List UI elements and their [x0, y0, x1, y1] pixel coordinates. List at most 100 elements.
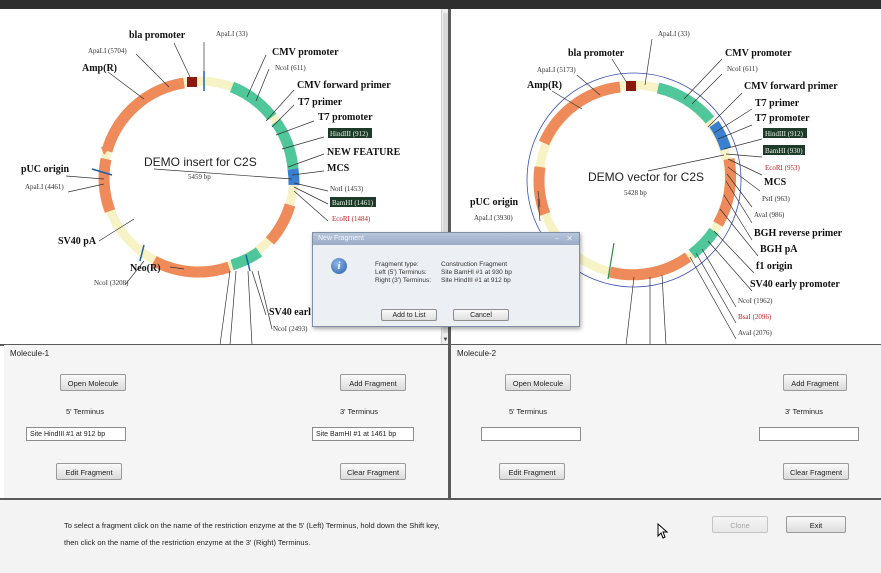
right-label-bsai-2096[interactable]: BsaI (2096)	[738, 313, 772, 321]
right-label-bla-promoter[interactable]: bla promoter	[568, 48, 625, 59]
mol1-3prime-field[interactable]: Site BamHI #1 at 1461 bp	[312, 427, 414, 441]
left-neo-feature[interactable]	[151, 256, 231, 278]
right-label-cmv-promoter[interactable]: CMV promoter	[725, 48, 792, 59]
clone-button[interactable]: Clone	[712, 516, 768, 533]
mol2-edit-fragment-button[interactable]: Edit Fragment	[499, 463, 565, 480]
right-label-t7-promoter[interactable]: T7 promoter	[755, 113, 810, 124]
left-label-apali-4461[interactable]: ApaLI (4461)	[25, 183, 64, 191]
right-label-ecori-953[interactable]: EcoRI (953)	[765, 164, 800, 172]
right-map-title: DEMO vector for C2S	[588, 170, 704, 184]
dialog-titlebar[interactable]: New Fragment – ✕	[313, 233, 579, 245]
left-puc-feature[interactable]	[98, 157, 116, 213]
right-label-apali-3930[interactable]: ApaLI (3930)	[474, 214, 513, 222]
cancel-button[interactable]: Cancel	[453, 309, 509, 321]
left-label-sv40-pa[interactable]: SV40 pA	[58, 236, 97, 247]
left-label-hindiii-912[interactable]: HindIII (912)	[330, 130, 369, 138]
instruction-line-1: To select a fragment click on the name o…	[64, 521, 440, 530]
dialog-values: Construction Fragment Site BamHI #1 at 9…	[441, 261, 512, 285]
dialog-label-right: Right (3') Terminus:	[375, 277, 432, 284]
left-label-ncoi-3208[interactable]: NcoI (3208)	[94, 279, 129, 287]
instructions-panel: To select a fragment click on the name o…	[0, 500, 881, 573]
right-label-apali-33[interactable]: ApaLI (33)	[658, 30, 690, 38]
mol2-5prime-field[interactable]	[481, 427, 581, 441]
left-bla-promoter-feature[interactable]	[187, 77, 197, 87]
left-label-ncoi-2493[interactable]: NcoI (2493)	[273, 325, 308, 333]
dialog-labels: Fragment type: Left (5') Terminus: Right…	[375, 261, 431, 285]
right-neo-feature[interactable]	[608, 252, 692, 281]
mol1-clear-fragment-button[interactable]: Clear Fragment	[340, 463, 406, 480]
right-map-size: 5428 bp	[624, 189, 647, 197]
minimize-icon[interactable]: –	[555, 234, 559, 243]
mol2-clear-fragment-button[interactable]: Clear Fragment	[783, 463, 849, 480]
left-label-ecori-1484[interactable]: EcoRI (1484)	[332, 215, 371, 223]
right-label-apali-5173[interactable]: ApaLI (5173)	[537, 66, 576, 74]
right-label-t7-primer[interactable]: T7 primer	[755, 98, 800, 109]
left-map-size: 5459 bp	[188, 173, 211, 181]
right-label-hindiii-912[interactable]: HindIII (912)	[765, 130, 804, 138]
right-label-puc-origin[interactable]: pUC origin	[470, 197, 519, 208]
exit-button[interactable]: Exit	[786, 516, 846, 533]
mouse-cursor-icon	[657, 523, 669, 539]
left-label-t7-promoter[interactable]: T7 promoter	[318, 112, 373, 123]
dialog-label-left: Left (5') Terminus:	[375, 269, 427, 276]
right-label-bgh-reverse-primer[interactable]: BGH reverse primer	[754, 228, 843, 239]
right-label-ncoi-611[interactable]: NcoI (611)	[727, 65, 758, 73]
new-fragment-dialog[interactable]: New Fragment – ✕ i Fragment type: Left (…	[312, 232, 580, 327]
right-label-bgh-pa[interactable]: BGH pA	[760, 244, 798, 255]
left-label-t7-primer[interactable]: T7 primer	[298, 97, 343, 108]
mol1-open-molecule-button[interactable]: Open Molecule	[60, 374, 126, 391]
window-top-bar	[0, 0, 881, 9]
left-label-noti-1453[interactable]: NotI (1453)	[330, 185, 364, 193]
dialog-label-type: Fragment type:	[375, 261, 419, 268]
right-label-avai-986[interactable]: AvaI (986)	[754, 211, 785, 219]
right-label-cmv-forward-primer[interactable]: CMV forward primer	[744, 81, 838, 92]
molecule-2-panel: Molecule-2 Open Molecule Add Fragment 5'…	[451, 345, 881, 498]
right-cmv-feature[interactable]	[656, 82, 715, 124]
left-label-cmv-promoter[interactable]: CMV promoter	[272, 47, 339, 58]
left-label-apali-33[interactable]: ApaLI (33)	[216, 30, 248, 38]
molecule-1-title: Molecule-1	[10, 349, 50, 358]
left-label-amp[interactable]: Amp(R)	[82, 63, 117, 74]
right-bla-promoter-feature[interactable]	[626, 81, 636, 91]
left-label-ncoi-611[interactable]: NcoI (611)	[275, 64, 306, 72]
left-insert-feature[interactable]	[271, 118, 299, 170]
mol1-3prime-label: 3' Terminus	[340, 407, 378, 416]
right-label-f1-origin[interactable]: f1 origin	[756, 261, 793, 272]
mol2-open-molecule-button[interactable]: Open Molecule	[505, 374, 571, 391]
mol1-5prime-field[interactable]: Site HindIII #1 at 912 bp	[26, 427, 126, 441]
mol1-add-fragment-button[interactable]: Add Fragment	[340, 374, 406, 391]
right-label-mcs[interactable]: MCS	[764, 177, 787, 188]
mol1-edit-fragment-button[interactable]: Edit Fragment	[56, 463, 122, 480]
left-label-cmv-forward-primer[interactable]: CMV forward primer	[297, 80, 391, 91]
right-label-sv40-early-promoter[interactable]: SV40 early promoter	[750, 279, 840, 290]
right-label-bamhi-930[interactable]: BamHI (930)	[765, 147, 803, 155]
right-label-amp[interactable]: Amp(R)	[527, 80, 562, 91]
mol2-add-fragment-button[interactable]: Add Fragment	[783, 374, 847, 391]
close-icon[interactable]: ✕	[566, 234, 573, 243]
left-mcs-feature[interactable]	[287, 168, 300, 186]
add-to-list-button[interactable]: Add to List	[381, 309, 437, 321]
mol2-3prime-field[interactable]	[759, 427, 859, 441]
left-map-title: DEMO insert for C2S	[144, 155, 257, 169]
left-cmv-feature[interactable]	[229, 81, 277, 121]
left-label-bla-promoter[interactable]: bla promoter	[129, 30, 186, 41]
dialog-value-left: Site BamHI #1 at 930 bp	[441, 269, 512, 276]
left-label-puc-origin[interactable]: pUC origin	[21, 164, 70, 175]
left-right-orange-feature	[265, 203, 296, 245]
dialog-value-type: Construction Fragment	[441, 261, 508, 268]
left-label-sv40-early[interactable]: SV40 earl	[269, 307, 311, 318]
left-label-bamhi-1461[interactable]: BamHI (1461)	[332, 199, 374, 207]
left-sv40-early-feature[interactable]	[230, 247, 263, 271]
right-label-ncoi-1962[interactable]: NcoI (1962)	[738, 297, 773, 305]
left-label-new-feature[interactable]: NEW FEATURE	[327, 147, 401, 158]
left-label-apali-5704[interactable]: ApaLI (5704)	[88, 47, 127, 55]
mol2-5prime-label: 5' Terminus	[509, 407, 547, 416]
dialog-title: New Fragment	[318, 235, 364, 242]
instruction-line-2: then click on the name of the restrictio…	[64, 538, 311, 547]
right-label-psti-963[interactable]: PstI (963)	[762, 195, 790, 203]
right-label-avai-2076[interactable]: AvaI (2076)	[738, 329, 773, 337]
left-label-neo[interactable]: Neo(R)	[130, 263, 161, 274]
mol2-3prime-label: 3' Terminus	[785, 407, 823, 416]
left-label-mcs[interactable]: MCS	[327, 163, 350, 174]
left-amp-feature[interactable]	[101, 77, 185, 153]
